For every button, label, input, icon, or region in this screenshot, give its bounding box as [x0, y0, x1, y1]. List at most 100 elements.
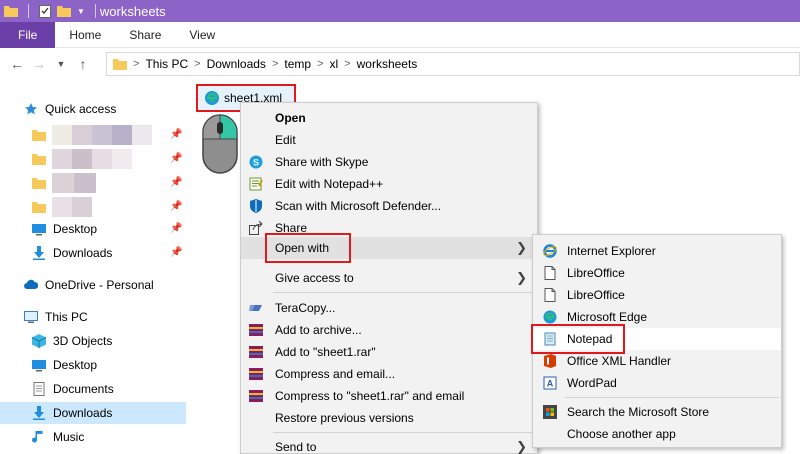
- menu-item-give-access[interactable]: Give access to ❯: [241, 267, 537, 289]
- pin-icon[interactable]: 📌: [170, 247, 182, 258]
- divider: [94, 4, 96, 18]
- open-with-submenu: Internet Explorer LibreOffice LibreOffic…: [531, 234, 782, 448]
- menu-item-label: Share with Skype: [275, 155, 369, 169]
- pin-icon[interactable]: 📌: [170, 153, 182, 164]
- edge-icon: [543, 310, 557, 324]
- nav-downloads[interactable]: Downloads 📌: [0, 242, 186, 264]
- menu-separator: [273, 292, 535, 293]
- address-bar[interactable]: > This PC > Downloads > temp > xl > work…: [106, 52, 800, 76]
- nav-pinned-folder[interactable]: 📌: [0, 172, 186, 194]
- menu-item-add-archive[interactable]: Add to archive...: [241, 319, 537, 341]
- properties-icon[interactable]: [39, 4, 51, 18]
- nav-label: Music: [53, 430, 85, 444]
- blurred-name: [52, 125, 152, 145]
- nav-desktop[interactable]: Desktop: [0, 354, 186, 376]
- search-microsoft-store[interactable]: Search the Microsoft Store: [533, 401, 781, 423]
- pin-icon[interactable]: 📌: [170, 129, 182, 140]
- tab-share[interactable]: Share: [115, 22, 175, 48]
- menu-item-label: Send to: [275, 440, 317, 454]
- breadcrumb-downloads[interactable]: Downloads: [207, 57, 266, 71]
- menu-item-teracopy[interactable]: TeraCopy...: [241, 297, 537, 319]
- ribbon-tabs: File Home Share View: [0, 21, 800, 48]
- edge-file-icon: [205, 91, 219, 105]
- nav-label: Documents: [53, 382, 114, 396]
- pin-icon[interactable]: 📌: [170, 201, 182, 212]
- app-label: Choose another app: [567, 427, 676, 441]
- forward-arrow-icon[interactable]: →: [28, 56, 50, 72]
- nav-music[interactable]: Music: [0, 426, 186, 448]
- menu-item-restore-versions[interactable]: Restore previous versions: [241, 407, 537, 429]
- menu-item-send-to[interactable]: Send to ❯: [241, 436, 537, 454]
- menu-item-share-with-skype[interactable]: S Share with Skype: [241, 151, 537, 173]
- office-icon: [544, 354, 556, 368]
- download-arrow-icon: [33, 246, 45, 260]
- breadcrumb-xl[interactable]: xl: [330, 57, 339, 71]
- nav-this-pc[interactable]: This PC: [0, 306, 186, 328]
- winrar-icon: [249, 390, 263, 402]
- nav-3d-objects[interactable]: 3D Objects: [0, 330, 186, 352]
- menu-item-label: Compress and email...: [275, 367, 396, 381]
- app-office-xml-handler[interactable]: Office XML Handler: [533, 350, 781, 372]
- back-arrow-icon[interactable]: ←: [6, 56, 28, 72]
- menu-item-label: Open: [275, 111, 306, 125]
- app-wordpad[interactable]: A WordPad: [533, 372, 781, 394]
- menu-item-edit-notepadpp[interactable]: Edit with Notepad++: [241, 173, 537, 195]
- nav-documents[interactable]: Documents: [0, 378, 186, 400]
- nav-label: 3D Objects: [53, 334, 113, 348]
- new-folder-icon[interactable]: [57, 5, 71, 17]
- blurred-name: [52, 149, 132, 169]
- choose-another-app[interactable]: Choose another app: [533, 423, 781, 445]
- share-icon: [249, 221, 263, 235]
- menu-item-add-rar[interactable]: Add to "sheet1.rar": [241, 341, 537, 363]
- menu-item-compress-email[interactable]: Compress and email...: [241, 363, 537, 385]
- nav-quick-access[interactable]: Quick access: [0, 98, 186, 120]
- nav-label: Desktop: [53, 222, 98, 236]
- tab-view[interactable]: View: [175, 22, 229, 48]
- menu-item-edit[interactable]: Edit: [241, 129, 537, 151]
- menu-item-label: Add to "sheet1.rar": [275, 345, 376, 359]
- divider: [28, 4, 29, 18]
- nav-downloads-selected[interactable]: Downloads: [0, 402, 186, 424]
- chevron-right-icon: ❯: [516, 270, 527, 285]
- pin-icon[interactable]: 📌: [170, 223, 182, 234]
- breadcrumb-worksheets[interactable]: worksheets: [357, 57, 418, 71]
- nav-pinned-folder[interactable]: 📌: [0, 148, 186, 170]
- tab-file[interactable]: File: [0, 21, 56, 48]
- breadcrumb-this-pc[interactable]: This PC: [145, 57, 188, 71]
- menu-item-label: Edit with Notepad++: [275, 177, 384, 191]
- menu-item-label: Compress to "sheet1.rar" and email: [275, 389, 465, 403]
- open-with-highlight: [265, 233, 351, 263]
- breadcrumb-temp[interactable]: temp: [284, 57, 311, 71]
- nav-pinned-folder[interactable]: 📌: [0, 196, 186, 218]
- menu-item-open[interactable]: Open: [241, 107, 537, 129]
- app-libreoffice[interactable]: LibreOffice: [533, 262, 781, 284]
- recent-locations-icon[interactable]: ▼: [50, 59, 72, 69]
- menu-item-label: Edit: [275, 133, 296, 147]
- app-label: Microsoft Edge: [567, 310, 648, 324]
- app-label: LibreOffice: [567, 288, 625, 302]
- svg-text:A: A: [547, 379, 554, 389]
- libreoffice-icon: [544, 288, 556, 302]
- folder-icon[interactable]: [4, 5, 18, 17]
- folder-icon: [32, 130, 46, 141]
- teracopy-icon: [249, 305, 262, 311]
- tab-home[interactable]: Home: [55, 22, 115, 48]
- customize-toolbar-icon[interactable]: ▼: [77, 7, 85, 16]
- nav-onedrive[interactable]: OneDrive - Personal: [0, 274, 186, 296]
- menu-item-scan-defender[interactable]: Scan with Microsoft Defender...: [241, 195, 537, 217]
- menu-item-label: Restore previous versions: [275, 411, 414, 425]
- music-note-icon: [32, 431, 43, 443]
- nav-desktop[interactable]: Desktop 📌: [0, 218, 186, 240]
- app-label: WordPad: [567, 376, 617, 390]
- menu-item-compress-rar-email[interactable]: Compress to "sheet1.rar" and email: [241, 385, 537, 407]
- nav-pinned-folder[interactable]: 📌: [0, 124, 186, 146]
- blurred-name: [52, 173, 96, 193]
- nav-label: This PC: [45, 310, 88, 324]
- app-libreoffice[interactable]: LibreOffice: [533, 284, 781, 306]
- up-arrow-icon[interactable]: ↑: [72, 56, 94, 72]
- app-internet-explorer[interactable]: Internet Explorer: [533, 240, 781, 262]
- app-label: Internet Explorer: [567, 244, 656, 258]
- pin-icon[interactable]: 📌: [170, 177, 182, 188]
- cloud-icon: [24, 279, 38, 289]
- winrar-icon: [249, 368, 263, 380]
